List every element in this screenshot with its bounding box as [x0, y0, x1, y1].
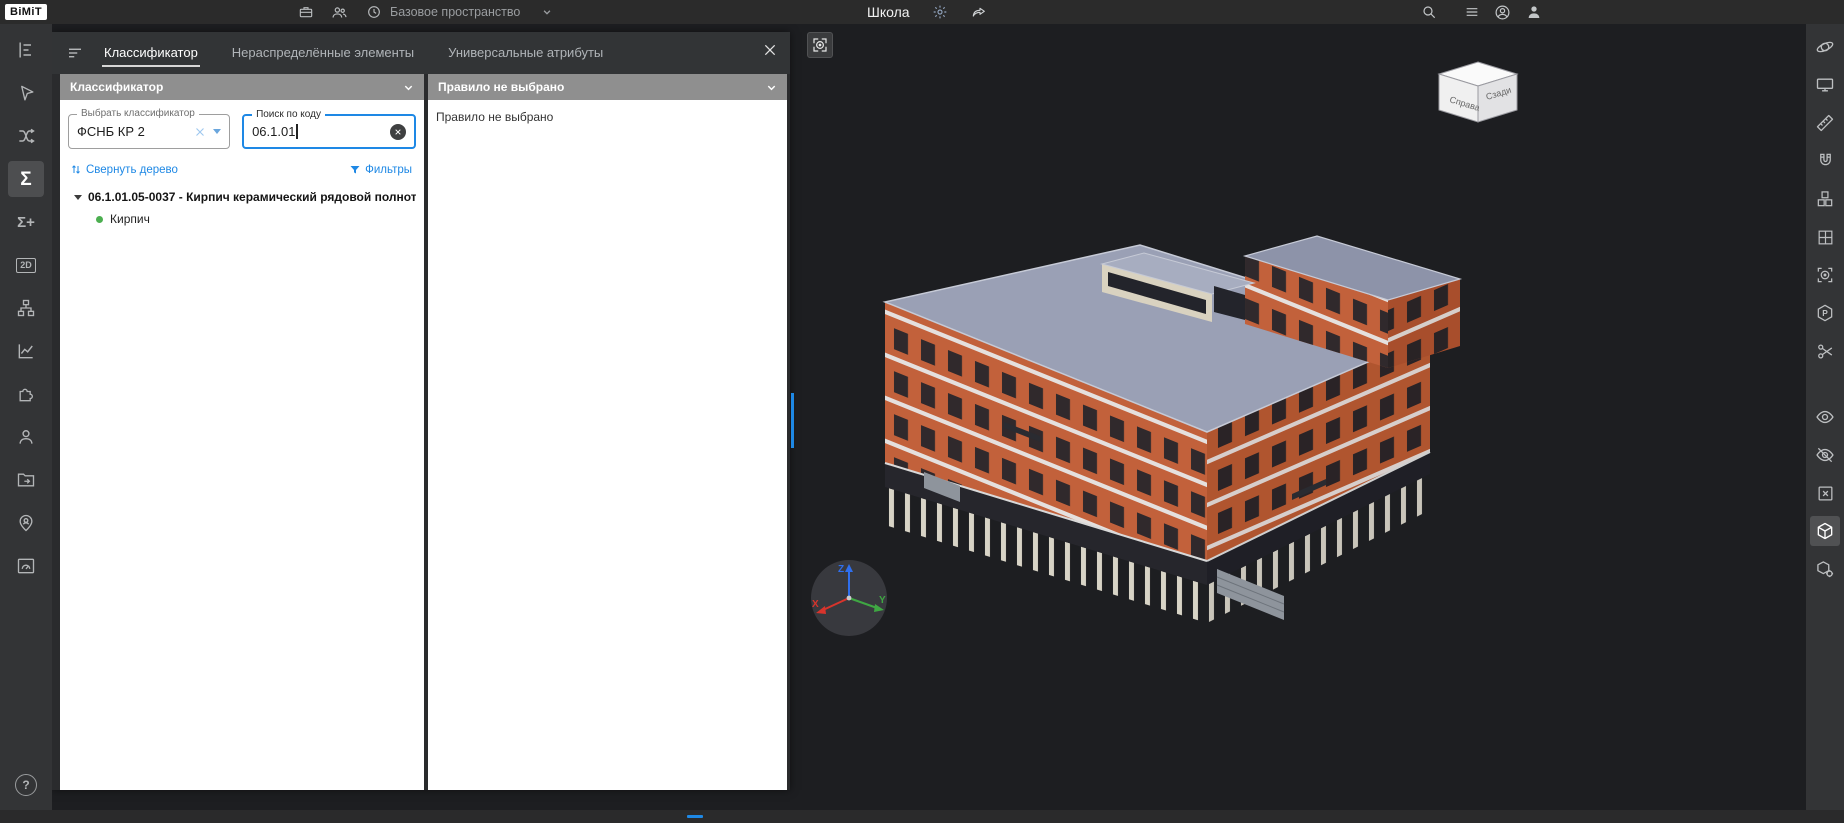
tab-universal-attributes[interactable]: Универсальные атрибуты	[446, 39, 605, 67]
classifier-select-value: ФСНБ КР 2	[77, 124, 145, 139]
left-toolbar: Σ Σ+ 2D ?	[0, 24, 52, 810]
account-circle-icon[interactable]	[1494, 4, 1511, 21]
plugins-icon[interactable]	[8, 376, 44, 412]
view-cube[interactable]: Справа Сзади	[1435, 60, 1521, 128]
classifier-section-header[interactable]: Классификатор	[60, 74, 424, 100]
code-search-field[interactable]: Поиск по коду 06.1.01	[242, 109, 416, 149]
rule-column: Правило не выбрано Правило не выбрано	[428, 74, 787, 790]
classifier-panel: Классификатор Нераспределённые элементы …	[52, 32, 790, 790]
app-window: Справа Сзади Z X Y BiMiT Базовое простра…	[0, 0, 1844, 823]
relations-icon[interactable]	[8, 118, 44, 154]
workspace-selector[interactable]: Базовое пространство	[390, 5, 552, 19]
code-search-value: 06.1.01	[252, 124, 296, 139]
drawings-2d-icon[interactable]: 2D	[8, 247, 44, 283]
clear-selection-icon[interactable]	[1810, 478, 1840, 508]
projects-icon[interactable]	[297, 4, 314, 21]
clear-classifier-icon[interactable]	[194, 126, 206, 138]
share-icon[interactable]	[971, 4, 988, 21]
model-settings-icon[interactable]	[1810, 554, 1840, 584]
profile-icon[interactable]	[1525, 4, 1542, 21]
user-location-icon[interactable]	[8, 505, 44, 541]
users-icon[interactable]	[8, 419, 44, 455]
rule-section-header[interactable]: Правило не выбрано	[428, 74, 787, 100]
chevron-down-icon	[404, 85, 413, 90]
filter-funnel-icon	[350, 165, 360, 173]
axis-z-label: Z	[838, 564, 844, 575]
focus-target-icon[interactable]	[1810, 260, 1840, 290]
bottom-bar	[0, 810, 1844, 823]
classifier-select-label: Выбрать классификатор	[77, 108, 199, 119]
workspace-selector-value: Базовое пространство	[390, 5, 521, 19]
charts-icon[interactable]	[8, 333, 44, 369]
app-logo: BiMiT	[5, 4, 47, 20]
measure-icon[interactable]	[1810, 108, 1840, 138]
magnet-icon[interactable]	[1810, 146, 1840, 176]
help-icon[interactable]: ?	[15, 774, 37, 796]
classifier-select-field[interactable]: Выбрать классификатор ФСНБ КР 2	[68, 108, 231, 149]
visibility-off-icon[interactable]	[1810, 440, 1840, 470]
clear-search-icon[interactable]	[390, 123, 406, 140]
close-icon[interactable]	[762, 42, 778, 58]
select-tool-icon[interactable]	[8, 75, 44, 111]
classifier-dropdown-icon[interactable]	[213, 129, 222, 134]
clip-icon[interactable]	[1810, 336, 1840, 366]
visibility-icon[interactable]	[1810, 402, 1840, 432]
axis-gizmo[interactable]: Z X Y	[809, 558, 889, 638]
dashboard-icon[interactable]	[8, 548, 44, 584]
project-title: Школа	[867, 4, 910, 20]
section-box-icon[interactable]	[1810, 222, 1840, 252]
assemblies-icon[interactable]	[1810, 184, 1840, 214]
settings-gear-icon[interactable]	[932, 4, 949, 21]
team-icon[interactable]	[331, 4, 348, 21]
top-bar: BiMiT Базовое пространство Школа	[0, 0, 1844, 24]
calculations-add-icon[interactable]: Σ+	[8, 204, 44, 240]
material-dot-icon	[96, 215, 103, 223]
classifier-column: Классификатор Выбрать классификатор ФСНБ…	[60, 74, 424, 790]
properties-icon[interactable]: P	[1810, 298, 1840, 328]
tree-node[interactable]: 06.1.01.05-0037 - Кирпич керамический ря…	[74, 190, 416, 204]
tree-expand-icon[interactable]	[74, 194, 82, 200]
model-view-icon[interactable]	[1810, 516, 1840, 546]
shared-folder-icon[interactable]	[8, 462, 44, 498]
filters-link[interactable]: Фильтры	[349, 164, 412, 176]
menu-list-icon[interactable]	[1463, 4, 1480, 21]
svg-text:P: P	[1822, 308, 1828, 318]
right-toolbar: P	[1806, 24, 1844, 810]
code-search-label: Поиск по коду	[252, 109, 325, 120]
tree-child-item[interactable]: Кирпич	[74, 204, 416, 226]
text-caret	[296, 124, 298, 139]
search-icon[interactable]	[1420, 4, 1437, 21]
axis-x-label: X	[812, 599, 819, 610]
calculations-sigma-icon[interactable]: Σ	[8, 161, 44, 197]
chevron-down-icon	[543, 10, 551, 15]
tab-unassigned-elements[interactable]: Нераспределённые элементы	[230, 39, 416, 67]
tab-classifier[interactable]: Классификатор	[102, 39, 200, 67]
orbit-icon[interactable]	[1810, 32, 1840, 62]
panel-resize-handle[interactable]	[791, 393, 794, 448]
bottom-indicator	[687, 815, 703, 818]
sort-arrows-icon	[72, 165, 80, 174]
collapse-tree-link[interactable]: Свернуть дерево	[70, 163, 178, 176]
model-structure-icon[interactable]	[8, 32, 44, 68]
panel-tab-bar: Классификатор Нераспределённые элементы …	[52, 32, 790, 74]
axis-y-label: Y	[879, 595, 886, 606]
panel-menu-icon[interactable]	[66, 44, 84, 62]
chevron-down-icon	[767, 85, 776, 90]
scheme-icon[interactable]	[8, 290, 44, 326]
classifier-tree: 06.1.01.05-0037 - Кирпич керамический ря…	[60, 182, 424, 226]
history-icon[interactable]	[365, 4, 382, 21]
screen-icon[interactable]	[1810, 70, 1840, 100]
rule-empty-text: Правило не выбрано	[436, 110, 554, 124]
zoom-to-fit-button[interactable]	[807, 32, 833, 58]
